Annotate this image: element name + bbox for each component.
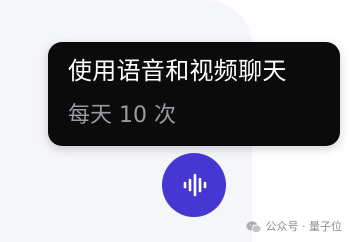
voice-video-chat-tooltip: 使用语音和视频聊天 每天 10 次 [48, 42, 340, 146]
voice-chat-button[interactable] [162, 153, 226, 217]
tooltip-title: 使用语音和视频聊天 [68, 57, 287, 85]
wechat-icon [246, 221, 261, 233]
tooltip-daily-quota: 每天 10 次 [68, 103, 176, 128]
audio-waveform-icon [183, 173, 207, 197]
wechat-watermark: 公众号 · 量子位 [246, 220, 343, 234]
watermark-text: 公众号 · 量子位 [265, 220, 343, 233]
screen: 使用语音和视频聊天 每天 10 次 公众号 · 量子位 [0, 0, 350, 242]
